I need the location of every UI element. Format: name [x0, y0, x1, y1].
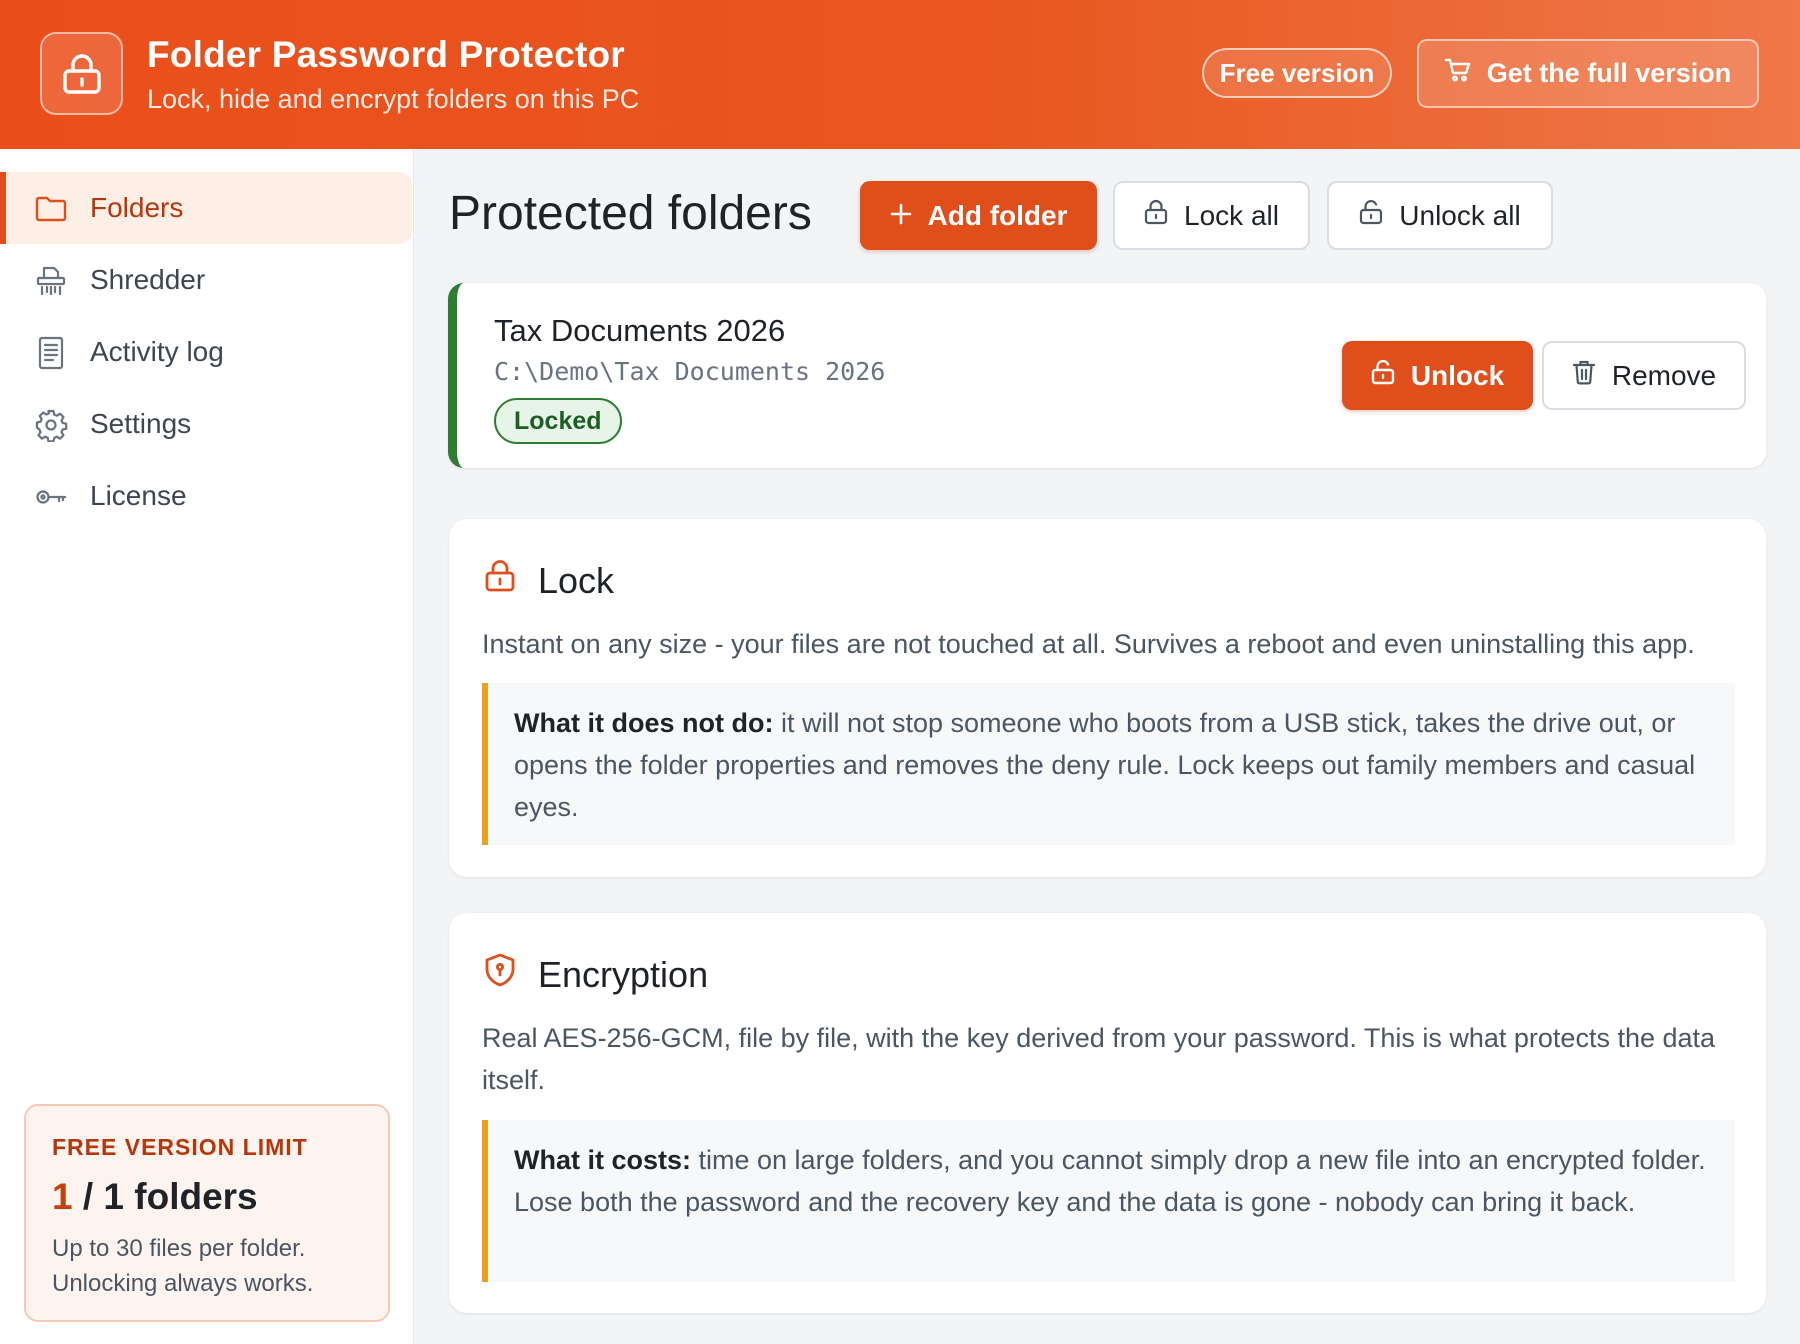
lock-card-title: Lock — [538, 559, 615, 601]
limit-note-line: Up to 30 files per folder. — [52, 1235, 306, 1262]
callout-label: What it costs: — [514, 1145, 692, 1175]
limit-title: FREE VERSION LIMIT — [52, 1134, 308, 1160]
sidebar-item-license[interactable]: License — [0, 460, 412, 532]
lock-all-button[interactable]: Lock all — [1113, 181, 1310, 250]
limit-note-line: Unlocking always works. — [52, 1270, 314, 1297]
sidebar-item-activity-log[interactable]: Activity log — [0, 316, 412, 388]
unlock-icon — [1359, 199, 1383, 232]
app-title: Folder Password Protector — [147, 34, 625, 75]
lock-icon — [1144, 199, 1168, 232]
sidebar-item-label: Shredder — [90, 264, 206, 295]
free-version-limit-panel: FREE VERSION LIMIT 1 / 1 folders Up to 3… — [24, 1104, 390, 1322]
shield-icon — [484, 953, 516, 996]
limit-count-rest: / 1 folders — [72, 1176, 258, 1217]
lock-card-callout: What it does not do: it will not stop so… — [482, 683, 1735, 845]
sidebar-item-folders[interactable]: Folders — [0, 172, 412, 244]
gear-icon — [34, 408, 68, 443]
sidebar-item-shredder[interactable]: Shredder — [0, 244, 412, 316]
sidebar-item-label: Settings — [90, 408, 192, 439]
lock-icon — [484, 559, 516, 602]
limit-folder-count: 1 / 1 folders — [52, 1176, 258, 1218]
sidebar-item-label: Folders — [90, 192, 184, 223]
free-version-badge: Free version — [1202, 48, 1392, 98]
get-full-version-button[interactable]: Get the full version — [1417, 39, 1759, 108]
callout-label: What it does not do: — [514, 708, 774, 738]
lock-info-card: Lock Instant on any size - your files ar… — [449, 519, 1766, 877]
sidebar-item-label: License — [90, 480, 187, 511]
unlock-folder-label: Unlock — [1410, 359, 1505, 391]
add-folder-button[interactable]: Add folder — [860, 181, 1097, 250]
app-subtitle: Lock, hide and encrypt folders on this P… — [147, 84, 640, 114]
add-folder-label: Add folder — [927, 199, 1068, 231]
encryption-card-description: Real AES-256-GCM, file by file, with the… — [482, 1023, 1716, 1095]
unlock-folder-button[interactable]: Unlock — [1342, 341, 1533, 410]
lock-card-heading: Lock — [484, 559, 614, 602]
remove-folder-button[interactable]: Remove — [1542, 341, 1746, 410]
folder-card: Tax Documents 2026 C:\Demo\Tax Documents… — [448, 283, 1766, 468]
callout-text: time on large folders, and you cannot si… — [514, 1145, 1706, 1217]
key-icon — [34, 480, 68, 514]
get-full-version-label: Get the full version — [1486, 58, 1732, 88]
limit-note: Up to 30 files per folder. Unlocking alw… — [52, 1231, 372, 1301]
unlock-all-label: Unlock all — [1399, 199, 1521, 231]
trash-icon — [1572, 359, 1596, 392]
app-header: Folder Password Protector Lock, hide and… — [0, 0, 1800, 149]
encryption-card-heading: Encryption — [484, 953, 708, 996]
folder-icon — [34, 192, 68, 226]
log-icon — [34, 336, 68, 370]
remove-folder-label: Remove — [1611, 359, 1717, 391]
encryption-card-callout: What it costs: time on large folders, an… — [482, 1120, 1735, 1282]
sidebar-item-settings[interactable]: Settings — [0, 388, 412, 460]
unlock-icon — [1371, 359, 1395, 392]
sidebar-item-label: Activity log — [90, 336, 224, 367]
cart-icon — [1444, 58, 1471, 89]
encryption-info-card: Encryption Real AES-256-GCM, file by fil… — [449, 913, 1766, 1313]
page-title: Protected folders — [449, 187, 812, 240]
shredder-icon — [34, 264, 68, 298]
status-badge: Locked — [494, 398, 622, 444]
folder-path: C:\Demo\Tax Documents 2026 — [494, 357, 886, 386]
limit-count-current: 1 — [52, 1176, 73, 1217]
lock-card-description: Instant on any size - your files are not… — [482, 629, 1695, 659]
plus-icon — [890, 200, 912, 232]
encryption-card-title: Encryption — [538, 953, 709, 995]
app-lock-icon — [40, 32, 123, 115]
folder-name: Tax Documents 2026 — [494, 313, 786, 348]
sidebar: Folders Shredder Activity log Settings L… — [0, 149, 414, 1344]
unlock-all-button[interactable]: Unlock all — [1327, 181, 1553, 250]
lock-all-label: Lock all — [1184, 199, 1279, 231]
